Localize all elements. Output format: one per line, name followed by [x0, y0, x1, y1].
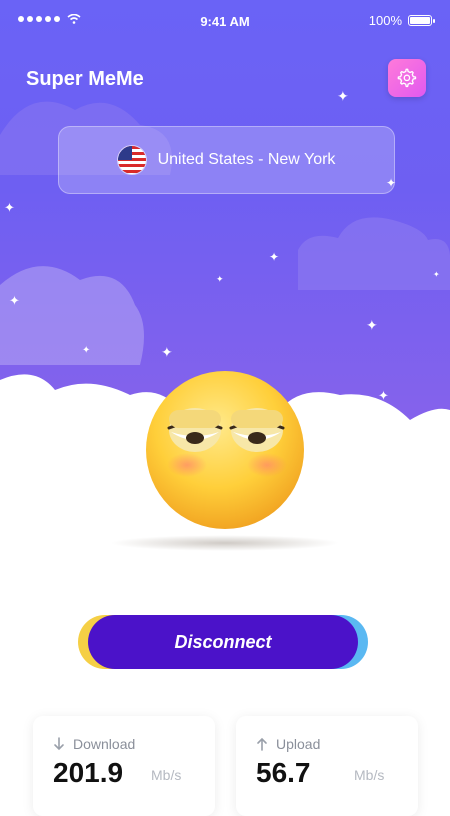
- download-label: Download: [73, 736, 136, 752]
- star-7: ✦: [433, 270, 440, 279]
- star-10: ✦: [82, 345, 91, 356]
- arrow-down-icon: [54, 737, 64, 751]
- location-label: United States - New York: [157, 151, 336, 168]
- battery-percent: 100%: [368, 13, 402, 28]
- disconnect-button[interactable]: Disconnect: [88, 615, 358, 669]
- upload-value: 56.7: [256, 757, 311, 788]
- app-title: Super MeMe: [26, 68, 144, 90]
- cloud-left-mid: [0, 266, 144, 365]
- emoji-shadow: [110, 535, 340, 551]
- disconnect-label: Disconnect: [174, 631, 272, 652]
- download-card: Download 201.9 Mb/s: [33, 716, 215, 816]
- battery-indicator: 100%: [368, 13, 435, 28]
- download-label-row: Download: [53, 736, 135, 752]
- star-6: ✦: [216, 274, 224, 284]
- gear-icon: [397, 68, 417, 88]
- upload-card: Upload 56.7 Mb/s: [236, 716, 418, 816]
- star-3: ✦: [4, 200, 15, 215]
- star-9: ✦: [161, 344, 173, 360]
- arrow-up-icon: [257, 737, 267, 751]
- settings-button[interactable]: [388, 59, 426, 97]
- download-value: 201.9: [53, 757, 124, 788]
- upload-label-row: Upload: [256, 736, 320, 752]
- us-flag-icon: [117, 146, 146, 174]
- upload-unit: Mb/s: [354, 767, 385, 783]
- battery-icon: [408, 15, 435, 26]
- status-bar: 9:41 AM 100%: [0, 0, 450, 44]
- star-4: ✦: [9, 293, 20, 308]
- cloud-right: [298, 217, 450, 290]
- star-1: ✦: [337, 88, 349, 104]
- star-11: ✦: [378, 388, 389, 403]
- star-8: ✦: [366, 317, 378, 333]
- sleepy-emoji-icon: [146, 371, 304, 529]
- star-5: ✦: [269, 250, 280, 264]
- connect-button-group: Disconnect: [78, 615, 368, 669]
- location-selector[interactable]: United States - New York: [58, 126, 395, 194]
- upload-label: Upload: [276, 736, 321, 752]
- download-unit: Mb/s: [151, 767, 182, 783]
